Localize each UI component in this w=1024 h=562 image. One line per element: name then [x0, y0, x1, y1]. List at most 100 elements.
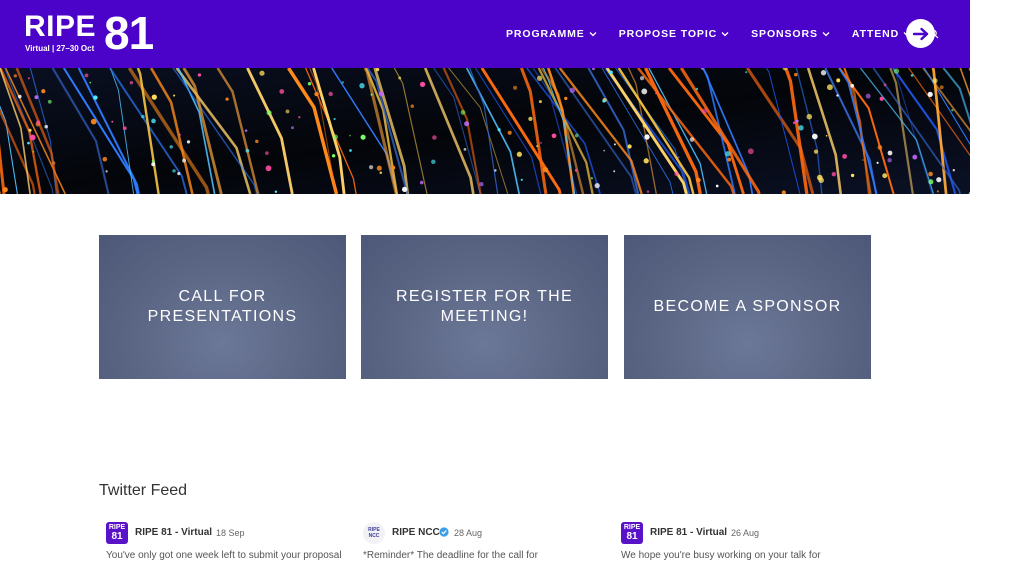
register-meeting-card[interactable]: REGISTER FOR THE MEETING! [361, 235, 608, 379]
circuit-node [361, 135, 366, 140]
circuit-node [812, 134, 818, 140]
circuit-node [402, 187, 407, 192]
circuit-node [32, 151, 34, 153]
circuit-node [517, 152, 522, 157]
card-label: BECOME A SPONSOR [634, 297, 862, 317]
logo-subtitle: Virtual | 27–30 Oct [25, 44, 94, 53]
tweet-card[interactable]: RIPE NCC RIPE NCC 28 Aug *Reminder* The … [363, 522, 613, 562]
circuit-node [643, 124, 647, 128]
circuit-node [123, 126, 127, 130]
circuit-node [613, 170, 615, 172]
circuit-node [702, 108, 707, 113]
circuit-node [940, 85, 944, 89]
avatar-line2: NCC [369, 533, 380, 539]
login-arrow-button[interactable] [906, 19, 935, 48]
tweet-card[interactable]: RIPE 81 RIPE 81 - Virtual 26 Aug We hope… [621, 522, 871, 562]
circuit-node [937, 190, 939, 192]
circuit-node [130, 81, 133, 84]
circuit-node [497, 128, 500, 131]
circuit-node [851, 174, 854, 177]
call-for-presentations-card[interactable]: CALL FOR PRESENTATIONS [99, 235, 346, 379]
circuit-node [111, 121, 113, 123]
circuit-node [513, 86, 517, 90]
circuit-board-image [0, 68, 970, 194]
circuit-node [696, 178, 701, 183]
circuit-node [696, 88, 699, 91]
circuit-node [179, 134, 181, 136]
circuit-node [461, 110, 466, 115]
nav-propose-topic[interactable]: PROPOSE TOPIC [619, 28, 729, 40]
become-sponsor-card[interactable]: BECOME A SPONSOR [624, 235, 871, 379]
circuit-node [34, 95, 38, 99]
circuit-node [894, 68, 899, 73]
tweet-date: 26 Aug [731, 528, 759, 538]
tweet-author[interactable]: RIPE NCC [392, 527, 440, 538]
tweet-card[interactable]: RIPE 81 RIPE 81 - Virtual 18 Sep You've … [106, 522, 356, 562]
circuit-node [627, 144, 631, 148]
verified-badge-icon [439, 527, 449, 537]
circuit-node [36, 120, 40, 124]
circuit-node [878, 145, 883, 150]
circuit-node [836, 94, 838, 96]
circuit-node [595, 183, 600, 188]
circuit-node [836, 78, 840, 82]
circuit-node [349, 135, 351, 137]
tweet-date: 28 Aug [454, 528, 482, 538]
circuit-node [814, 149, 818, 153]
circuit-node [570, 88, 575, 93]
circuit-node [716, 185, 719, 188]
ripe81-logo[interactable]: RIPE 81 Virtual | 27–30 Oct [24, 10, 164, 58]
tweet-author[interactable]: RIPE 81 - Virtual [650, 527, 727, 538]
circuit-node [674, 172, 679, 177]
circuit-node [536, 145, 538, 147]
circuit-node [745, 71, 747, 73]
circuit-node [655, 92, 657, 94]
circuit-node [267, 110, 272, 115]
circuit-node [89, 82, 91, 84]
circuit-node [398, 77, 401, 80]
circuit-node [575, 169, 578, 172]
tweet-text: You've only got one week left to submit … [106, 550, 342, 561]
circuit-node [266, 165, 272, 171]
circuit-node [644, 134, 649, 139]
circuit-node [265, 151, 269, 155]
circuit-node [379, 91, 384, 96]
circuit-node [41, 89, 45, 93]
nav-programme-label: PROGRAMME [506, 28, 585, 40]
chevron-down-icon [589, 31, 597, 37]
circuit-node [537, 76, 542, 81]
circuit-node [152, 94, 157, 99]
circuit-node [928, 172, 933, 177]
circuit-node [28, 129, 31, 132]
twitter-feed-heading: Twitter Feed [99, 482, 187, 500]
circuit-node [246, 149, 250, 153]
chevron-down-icon [721, 31, 729, 37]
circuit-node [14, 74, 17, 77]
circuit-node [377, 166, 382, 171]
circuit-node [30, 135, 36, 141]
avatar-line2: 81 [111, 532, 122, 542]
nav-programme[interactable]: PROGRAMME [506, 28, 597, 40]
nav-attend[interactable]: ATTEND [852, 28, 911, 40]
circuit-node [850, 84, 854, 88]
circuit-node [543, 167, 548, 172]
circuit-node [827, 84, 833, 90]
circuit-node [912, 155, 917, 160]
circuit-node [198, 73, 201, 76]
circuit-node [182, 159, 186, 163]
circuit-node [821, 70, 826, 75]
circuit-node [591, 177, 593, 179]
tweet-author[interactable]: RIPE 81 - Virtual [135, 527, 212, 538]
circuit-node [678, 156, 680, 158]
circuit-node [342, 81, 344, 83]
circuit-node [369, 165, 373, 169]
circuit-node [880, 97, 884, 101]
circuit-node [832, 172, 836, 176]
circuit-node [951, 109, 953, 111]
circuit-node [884, 83, 887, 86]
circuit-node [826, 135, 828, 137]
chevron-down-icon [822, 31, 830, 37]
main-nav: PROGRAMME PROPOSE TOPIC SPONSORS ATTEND [506, 0, 939, 68]
nav-sponsors[interactable]: SPONSORS [751, 28, 830, 40]
card-label: REGISTER FOR THE MEETING! [361, 287, 608, 327]
